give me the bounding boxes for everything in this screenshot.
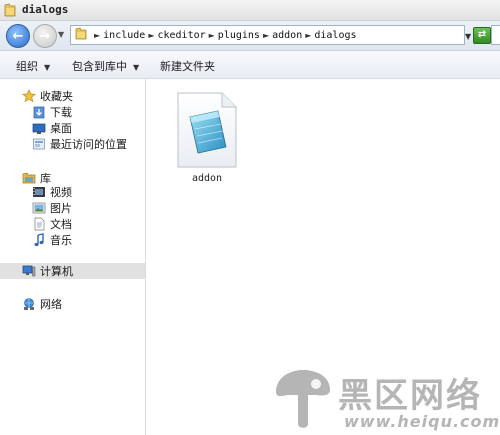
music-icon bbox=[32, 233, 46, 247]
sidebar-item-label: 图片 bbox=[50, 202, 72, 215]
network-icon bbox=[22, 297, 36, 311]
arrow-left-icon: ← bbox=[12, 28, 24, 44]
breadcrumb-dialogs[interactable]: dialogs bbox=[314, 30, 356, 41]
sidebar-item-recent-places[interactable]: 最近访问的位置 bbox=[32, 136, 127, 152]
file-item-addon[interactable]: addon bbox=[172, 91, 242, 187]
breadcrumb-separator-icon[interactable]: ► bbox=[209, 31, 215, 40]
computer-icon bbox=[22, 264, 36, 278]
search-input[interactable] bbox=[491, 25, 500, 45]
organize-button[interactable]: 组织 ▼ bbox=[16, 58, 50, 74]
sidebar-item-label: 桌面 bbox=[50, 122, 72, 135]
breadcrumb-include[interactable]: include bbox=[103, 30, 145, 41]
refresh-button[interactable]: ⇄ bbox=[473, 27, 491, 44]
navigation-pane: 收藏夹 下载 桌面 最近访问的位置 库 视频 图片 文档 音乐 计算机 网络 bbox=[0, 79, 146, 435]
sidebar-item-network[interactable]: 网络 bbox=[22, 296, 62, 312]
refresh-icon: ⇄ bbox=[477, 29, 487, 40]
star-icon bbox=[22, 89, 36, 103]
folder-icon bbox=[4, 3, 16, 20]
sidebar-item-label: 文档 bbox=[50, 218, 72, 231]
file-name: addon bbox=[191, 173, 223, 184]
sidebar-item-downloads[interactable]: 下载 bbox=[32, 104, 72, 120]
sidebar-item-label: 收藏夹 bbox=[40, 90, 73, 103]
sidebar-item-documents[interactable]: 文档 bbox=[32, 216, 72, 232]
back-button[interactable]: ← bbox=[6, 24, 30, 48]
chevron-down-icon: ▼ bbox=[44, 63, 51, 72]
address-dropdown-icon[interactable]: ▼ bbox=[465, 32, 471, 41]
sidebar-item-computer[interactable]: 计算机 bbox=[22, 263, 73, 279]
command-toolbar: 组织 ▼ 包含到库中 ▼ 新建文件夹 bbox=[0, 51, 500, 79]
organize-label: 组织 bbox=[16, 60, 38, 73]
sidebar-item-desktop[interactable]: 桌面 bbox=[32, 120, 72, 136]
desktop-icon bbox=[32, 121, 46, 135]
pictures-icon bbox=[32, 201, 46, 215]
include-in-library-label: 包含到库中 bbox=[72, 60, 127, 73]
library-icon bbox=[22, 171, 36, 185]
sidebar-item-label: 网络 bbox=[40, 298, 62, 311]
breadcrumb-separator-icon[interactable]: ► bbox=[305, 31, 311, 40]
breadcrumb-separator-icon[interactable]: ► bbox=[263, 31, 269, 40]
sidebar-item-videos[interactable]: 视频 bbox=[32, 184, 72, 200]
sidebar-item-label: 音乐 bbox=[50, 234, 72, 247]
sidebar-item-label: 视频 bbox=[50, 186, 72, 199]
notepad-file-icon bbox=[176, 91, 238, 172]
include-in-library-button[interactable]: 包含到库中 ▼ bbox=[72, 58, 139, 74]
download-folder-icon bbox=[32, 105, 46, 119]
recent-places-icon bbox=[32, 137, 46, 151]
mushroom-logo-icon bbox=[272, 368, 334, 435]
arrow-right-icon: → bbox=[39, 28, 51, 44]
breadcrumb-separator-icon[interactable]: ► bbox=[148, 31, 154, 40]
documents-icon bbox=[32, 217, 46, 231]
new-folder-label: 新建文件夹 bbox=[160, 60, 215, 73]
address-bar[interactable]: ► include ► ckeditor ► plugins ► addon ►… bbox=[70, 25, 465, 45]
video-icon bbox=[32, 185, 46, 199]
sidebar-item-favorites[interactable]: 收藏夹 bbox=[22, 88, 73, 104]
sidebar-item-music[interactable]: 音乐 bbox=[32, 232, 72, 248]
watermark-url: www.heiqu.com bbox=[344, 412, 500, 431]
breadcrumb-addon[interactable]: addon bbox=[272, 30, 302, 41]
breadcrumb-plugins[interactable]: plugins bbox=[218, 30, 260, 41]
sidebar-item-label: 最近访问的位置 bbox=[50, 138, 127, 151]
title-bar[interactable]: dialogs bbox=[0, 0, 500, 21]
window-title: dialogs bbox=[22, 3, 69, 16]
watermark-text: 黑区网络 bbox=[338, 376, 482, 416]
address-row: ← → ▼ ► include ► ckeditor ► plugins ► a… bbox=[0, 21, 500, 51]
breadcrumb-ckeditor[interactable]: ckeditor bbox=[157, 30, 205, 41]
sidebar-item-pictures[interactable]: 图片 bbox=[32, 200, 72, 216]
folder-icon bbox=[75, 27, 87, 43]
sidebar-item-label: 下载 bbox=[50, 106, 72, 119]
chevron-down-icon: ▼ bbox=[133, 63, 140, 72]
breadcrumb-separator-icon[interactable]: ► bbox=[94, 31, 100, 40]
history-dropdown-icon[interactable]: ▼ bbox=[58, 30, 64, 39]
forward-button[interactable]: → bbox=[33, 24, 57, 48]
new-folder-button[interactable]: 新建文件夹 bbox=[160, 58, 215, 74]
sidebar-item-label: 计算机 bbox=[40, 265, 73, 278]
watermark: 黑区网络 www.heiqu.com bbox=[270, 366, 500, 435]
